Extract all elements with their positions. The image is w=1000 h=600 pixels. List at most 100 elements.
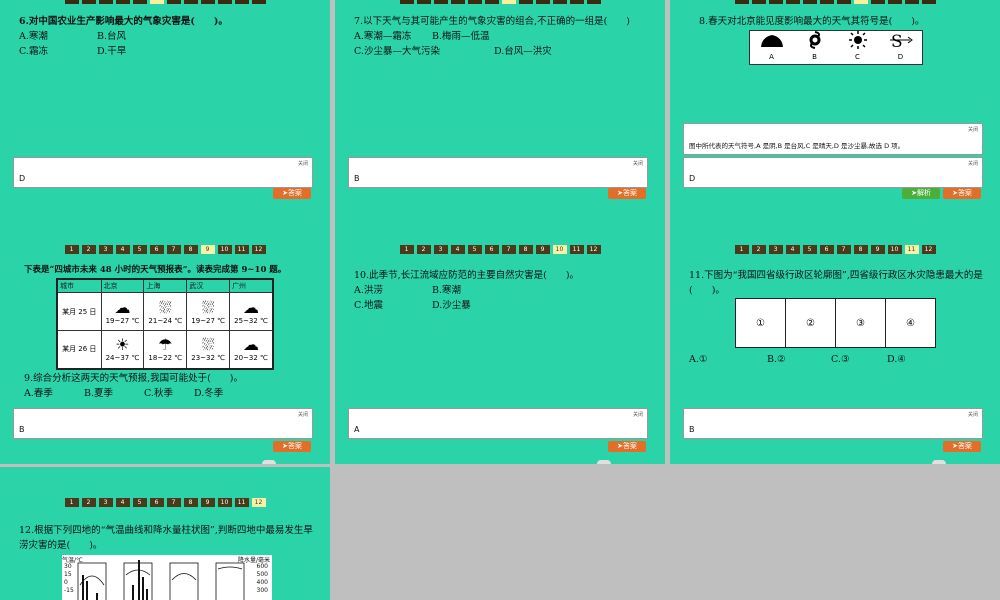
nav-num[interactable]: 11	[904, 245, 919, 254]
nav-dot[interactable]	[751, 0, 766, 4]
nav-num[interactable]: 5	[132, 245, 147, 254]
nav-num[interactable]: 12	[586, 245, 601, 254]
nav-dot[interactable]	[467, 0, 482, 4]
nav-num[interactable]: 1	[734, 245, 749, 254]
nav-dot[interactable]	[251, 0, 266, 4]
answer-button[interactable]: ➤答案	[943, 441, 981, 452]
nav-dot[interactable]	[484, 0, 499, 4]
nav-num[interactable]: 4	[115, 245, 130, 254]
nav-num[interactable]: 8	[518, 245, 533, 254]
nav-dot[interactable]	[836, 0, 851, 4]
answer-button[interactable]: ➤答案	[608, 188, 646, 199]
nav-num[interactable]: 6	[149, 245, 164, 254]
nav-num[interactable]: 9	[200, 245, 215, 254]
nav-num[interactable]: 4	[785, 245, 800, 254]
nav-dot[interactable]	[399, 0, 414, 4]
option[interactable]: A.寒潮	[19, 29, 97, 44]
answer-button[interactable]: ➤答案	[608, 441, 646, 452]
close-button[interactable]: 关闭	[298, 160, 308, 167]
nav-dot[interactable]	[64, 0, 79, 4]
option[interactable]: A.春季	[24, 386, 84, 401]
nav-num[interactable]: 1	[64, 245, 79, 254]
nav-dot[interactable]	[200, 0, 215, 4]
nav-num[interactable]: 6	[819, 245, 834, 254]
nav-dot[interactable]	[234, 0, 249, 4]
nav-num[interactable]: 8	[183, 245, 198, 254]
nav-num[interactable]: 6	[149, 498, 164, 507]
nav-num[interactable]: 12	[251, 498, 266, 507]
answer-button[interactable]: ➤答案	[273, 188, 311, 199]
nav-num[interactable]: 2	[81, 245, 96, 254]
nav-dot[interactable]	[802, 0, 817, 4]
nav-num[interactable]: 2	[751, 245, 766, 254]
nav-dot[interactable]	[535, 0, 550, 4]
option[interactable]: B.②	[767, 352, 831, 367]
option[interactable]: D.④	[887, 352, 947, 367]
nav-dot[interactable]	[416, 0, 431, 4]
nav-dot[interactable]	[149, 0, 164, 4]
nav-dot[interactable]	[734, 0, 749, 4]
nav-dot[interactable]	[450, 0, 465, 4]
nav-dot[interactable]	[433, 0, 448, 4]
nav-dot[interactable]	[552, 0, 567, 4]
nav-dot[interactable]	[569, 0, 584, 4]
nav-num[interactable]: 11	[569, 245, 584, 254]
nav-num[interactable]: 12	[921, 245, 936, 254]
option[interactable]: C.沙尘暴—大气污染	[354, 44, 494, 59]
nav-dot[interactable]	[921, 0, 936, 4]
option[interactable]: B.夏季	[84, 386, 144, 401]
nav-num[interactable]: 5	[467, 245, 482, 254]
nav-dot[interactable]	[887, 0, 902, 4]
nav-num[interactable]: 8	[853, 245, 868, 254]
nav-num[interactable]: 5	[132, 498, 147, 507]
nav-num[interactable]: 11	[234, 498, 249, 507]
nav-num[interactable]: 11	[234, 245, 249, 254]
nav-num[interactable]: 5	[802, 245, 817, 254]
nav-num[interactable]: 7	[166, 245, 181, 254]
nav-dot[interactable]	[768, 0, 783, 4]
nav-dot[interactable]	[166, 0, 181, 4]
close-button[interactable]: 关闭	[633, 411, 643, 418]
nav-num[interactable]: 10	[217, 498, 232, 507]
nav-num[interactable]: 7	[166, 498, 181, 507]
option[interactable]: C.秋季	[144, 386, 194, 401]
option[interactable]: A.①	[689, 352, 767, 367]
nav-dot[interactable]	[81, 0, 96, 4]
nav-dot[interactable]	[115, 0, 130, 4]
nav-dot[interactable]	[904, 0, 919, 4]
nav-num[interactable]: 1	[64, 498, 79, 507]
nav-dot[interactable]	[132, 0, 147, 4]
nav-dot[interactable]	[518, 0, 533, 4]
close-button[interactable]: 关闭	[968, 126, 978, 133]
nav-num[interactable]: 4	[115, 498, 130, 507]
nav-dot[interactable]	[785, 0, 800, 4]
close-button[interactable]: 关闭	[968, 411, 978, 418]
nav-dot[interactable]	[870, 0, 885, 4]
nav-num[interactable]: 4	[450, 245, 465, 254]
close-button[interactable]: 关闭	[298, 411, 308, 418]
option[interactable]: D.台风—洪灾	[494, 44, 634, 59]
nav-num[interactable]: 7	[836, 245, 851, 254]
nav-dot[interactable]	[183, 0, 198, 4]
nav-dot[interactable]	[217, 0, 232, 4]
option[interactable]: D.冬季	[194, 386, 254, 401]
nav-num[interactable]: 3	[98, 245, 113, 254]
nav-num[interactable]: 7	[501, 245, 516, 254]
option[interactable]: B.梅雨—低温	[432, 29, 632, 44]
nav-dot[interactable]	[98, 0, 113, 4]
nav-num[interactable]: 10	[552, 245, 567, 254]
nav-num[interactable]: 2	[81, 498, 96, 507]
nav-num[interactable]: 10	[217, 245, 232, 254]
nav-dot[interactable]	[853, 0, 868, 4]
option[interactable]: D.干旱	[97, 44, 175, 59]
nav-num[interactable]: 8	[183, 498, 198, 507]
nav-num[interactable]: 12	[251, 245, 266, 254]
option[interactable]: C.霜冻	[19, 44, 97, 59]
nav-dot[interactable]	[586, 0, 601, 4]
nav-dot[interactable]	[501, 0, 516, 4]
nav-num[interactable]: 9	[535, 245, 550, 254]
option[interactable]: B.寒潮	[432, 283, 510, 298]
nav-num[interactable]: 2	[416, 245, 431, 254]
answer-button[interactable]: ➤答案	[273, 441, 311, 452]
nav-num[interactable]: 3	[98, 498, 113, 507]
